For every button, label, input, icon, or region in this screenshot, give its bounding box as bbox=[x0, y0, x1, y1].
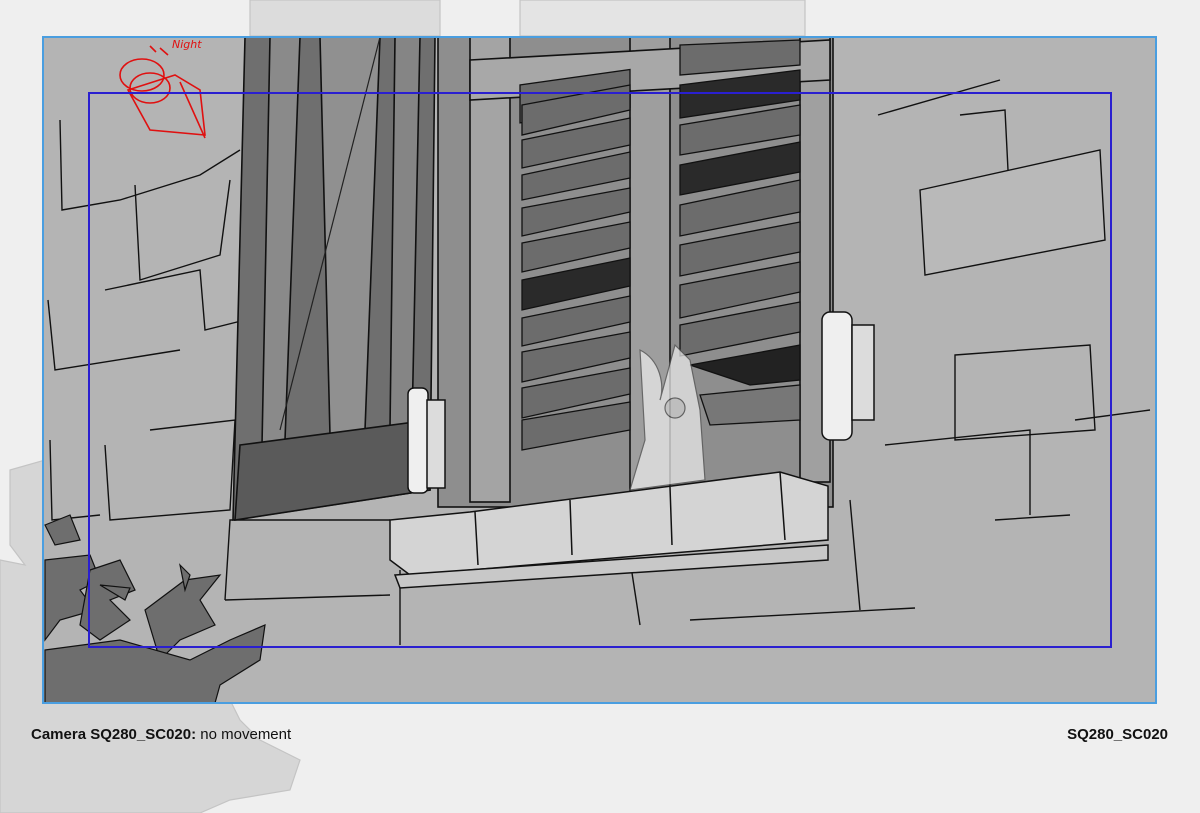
camera-caption: Camera SQ280_SC020: no movement bbox=[31, 726, 291, 743]
left-shutter bbox=[232, 36, 436, 521]
shot-code: SQ280_SC020 bbox=[1067, 726, 1168, 743]
storyboard-panel: Night bbox=[0, 0, 1157, 813]
camera-movement: no movement bbox=[200, 726, 292, 743]
night-note: Night bbox=[172, 38, 202, 51]
camera-label: Camera SQ280_SC020: bbox=[31, 726, 197, 743]
